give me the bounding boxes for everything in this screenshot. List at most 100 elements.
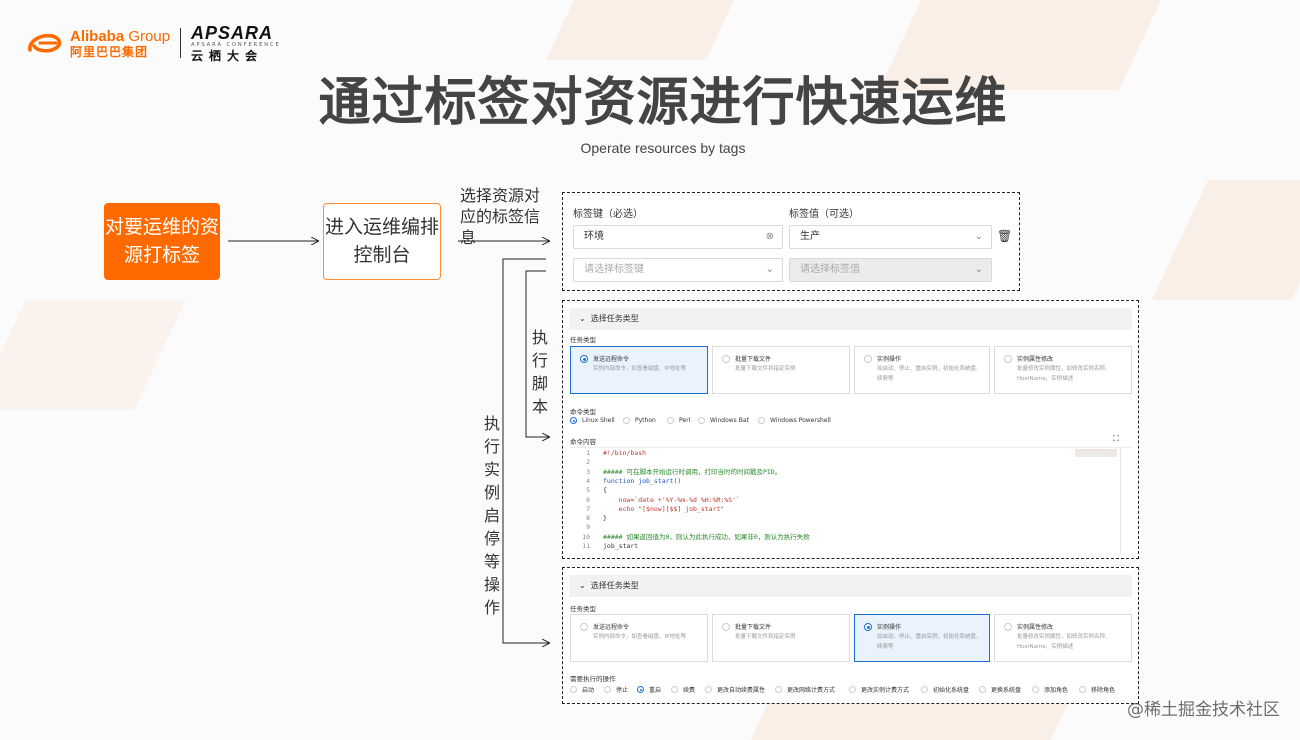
card-title: 发送远程命令 <box>593 624 630 631</box>
cmd-type-label: 命令类型 <box>570 408 596 416</box>
cmd-type-windows-powershell[interactable]: Windows Powershell <box>758 417 831 424</box>
code-line: echo "[$now][$$] job_start" <box>603 504 725 513</box>
fullscreen-icon[interactable]: ⛶ <box>1113 434 1119 444</box>
code-editor[interactable]: 1 #!/bin/bash 2 3 ##### 可在脚本开始运行时调用，打印当时… <box>570 447 1132 556</box>
task-card-batch-download[interactable]: 批量下载文件 批量下载文件到指定实例 <box>712 346 850 394</box>
card-desc: 实例内部命令，如查看磁盘、IP地址等 <box>593 634 686 640</box>
op-init-disk[interactable]: 初始化系统盘 <box>921 685 969 694</box>
task-type-label: 任务类型 <box>570 605 596 613</box>
code-line: now=`date +'%Y-%m-%d %H:%M:%S'` <box>603 495 740 504</box>
task-type-label: 任务类型 <box>570 336 596 344</box>
radio <box>722 355 730 363</box>
card-title: 实例操作 <box>877 356 902 363</box>
radio <box>1004 355 1012 363</box>
line-number: 4 <box>586 476 590 485</box>
delete-icon[interactable]: 🗑 <box>997 229 1012 243</box>
op-add-role[interactable]: 添加角色 <box>1032 685 1068 694</box>
task-type-section-header[interactable]: ⌄ 选择任务类型 <box>569 308 1132 330</box>
tag-value-select-empty: 请选择标签值 ⌄ <box>789 258 992 282</box>
tag-key-select[interactable]: 环境 ⊗ <box>573 225 783 249</box>
op-start[interactable]: 启动 <box>570 685 594 694</box>
task-card-instance-ops[interactable]: 实例操作 如启动、停止、重启实例，初始化系统盘、续费等 <box>854 614 990 662</box>
option-label: Perl <box>679 417 691 424</box>
radio <box>722 623 730 631</box>
tag-key-select-empty[interactable]: 请选择标签键 ⌄ <box>573 258 783 282</box>
clear-icon[interactable]: ⊗ <box>766 226 774 248</box>
tag-key-value: 环境 <box>584 231 604 242</box>
card-desc: 批量下载文件到指定实例 <box>735 366 796 372</box>
code-line: #!/bin/bash <box>603 449 647 457</box>
line-number: 9 <box>586 523 590 532</box>
card-desc: 如启动、停止、重启实例，初始化系统盘、续费等 <box>877 366 982 382</box>
option-label: 续费 <box>683 687 696 694</box>
cmd-content-label: 命令内容 <box>570 438 596 446</box>
card-desc: 实例内部命令，如查看磁盘、IP地址等 <box>593 366 686 372</box>
tag-value-select[interactable]: 生产 ⌄ <box>789 225 992 249</box>
line-number: 5 <box>586 486 590 495</box>
option-label: 更换系统盘 <box>991 687 1022 694</box>
tag-selector-panel: 标签键（必选） 标签值（可选） 环境 ⊗ 生产 ⌄ 🗑 请选择标签键 ⌄ 请选择… <box>562 192 1020 291</box>
task-card-remote-command[interactable]: 发送远程命令 实例内部命令，如查看磁盘、IP地址等 <box>570 346 708 394</box>
option-label: 更改网络计费方式 <box>787 687 836 694</box>
op-auto-renew[interactable]: 更改自动续费属性 <box>705 685 765 694</box>
section-title: 选择任务类型 <box>590 581 639 590</box>
option-label: Windows Powershell <box>770 417 831 424</box>
option-label: 添加角色 <box>1044 687 1069 694</box>
task-card-instance-ops[interactable]: 实例操作 如启动、停止、重启实例，初始化系统盘、续费等 <box>854 346 990 394</box>
card-title: 实例操作 <box>877 624 902 631</box>
option-label: 更改自动续费属性 <box>717 687 766 694</box>
op-remove-role[interactable]: 移除角色 <box>1079 685 1115 694</box>
tag-value-label: 标签值（可选） <box>789 209 859 220</box>
tag-value-value: 生产 <box>800 231 820 242</box>
chevron-down-icon: ⌄ <box>974 264 983 275</box>
cmd-type-python[interactable]: Python <box>623 417 656 424</box>
chevron-down-icon: ⌄ <box>579 314 589 323</box>
section-title: 选择任务类型 <box>590 314 639 323</box>
card-desc: 批量下载文件到指定实例 <box>735 634 796 640</box>
option-label: 重启 <box>649 687 662 694</box>
card-title: 批量下载文件 <box>735 356 772 363</box>
option-label: Linux Shell <box>582 417 615 424</box>
line-number: 3 <box>586 467 590 476</box>
card-desc: 批量修改实例属性，如修改实例名称、HostName、实例描述 <box>1017 366 1111 382</box>
task-card-instance-attr[interactable]: 实例属性修改 批量修改实例属性，如修改实例名称、HostName、实例描述 <box>994 614 1132 662</box>
code-line: job_start <box>603 542 639 550</box>
op-replace-disk[interactable]: 更换系统盘 <box>979 685 1021 694</box>
option-label: Windows Bat <box>710 417 749 424</box>
radio <box>580 355 588 363</box>
task-type-section-header[interactable]: ⌄ 选择任务类型 <box>569 575 1132 597</box>
watermark: @稀土掘金技术社区 <box>1127 700 1280 720</box>
line-number: 2 <box>586 458 590 467</box>
op-stop[interactable]: 停止 <box>604 685 628 694</box>
radio <box>1004 623 1012 631</box>
card-desc: 批量修改实例属性，如修改实例名称、HostName、实例描述 <box>1017 634 1111 650</box>
chevron-down-icon: ⌄ <box>974 231 983 242</box>
cmd-type-windows-bat[interactable]: Windows Bat <box>698 417 749 424</box>
card-title: 实例属性修改 <box>1017 356 1054 363</box>
task-card-instance-attr[interactable]: 实例属性修改 批量修改实例属性，如修改实例名称、HostName、实例描述 <box>994 346 1132 394</box>
instance-ops-panel: ⌄ 选择任务类型 任务类型 发送远程命令 实例内部命令，如查看磁盘、IP地址等 … <box>562 567 1139 704</box>
option-label: 启动 <box>582 687 595 694</box>
line-number: 7 <box>586 504 590 513</box>
line-number: 11 <box>582 542 590 550</box>
ops-label: 需要执行的操作 <box>570 675 616 683</box>
option-label: 停止 <box>616 687 629 694</box>
line-number: 10 <box>582 532 590 541</box>
cmd-type-perl[interactable]: Perl <box>667 417 690 424</box>
editor-scrollbar[interactable] <box>1120 448 1121 554</box>
line-number: 6 <box>586 495 590 504</box>
run-script-panel: ⌄ 选择任务类型 任务类型 发送远程命令 实例内部命令，如查看磁盘、IP地址等 … <box>562 300 1139 559</box>
op-restart[interactable]: 重启 <box>637 685 661 694</box>
card-title: 发送远程命令 <box>593 356 630 363</box>
cmd-type-linux-shell[interactable]: Linux Shell <box>570 417 615 424</box>
code-line: ##### 可在脚本开始运行时调用，打印当时的时间戳及PID。 <box>603 467 782 476</box>
tag-key-placeholder: 请选择标签键 <box>584 264 644 275</box>
op-network-billing[interactable]: 更改网络计费方式 <box>775 685 835 694</box>
option-label: 更改实例计费方式 <box>861 687 910 694</box>
chevron-down-icon: ⌄ <box>579 581 589 590</box>
task-card-remote-command[interactable]: 发送远程命令 实例内部命令，如查看磁盘、IP地址等 <box>570 614 708 662</box>
task-card-batch-download[interactable]: 批量下载文件 批量下载文件到指定实例 <box>712 614 850 662</box>
op-renew[interactable]: 续费 <box>671 685 695 694</box>
tag-value-placeholder: 请选择标签值 <box>800 264 860 275</box>
op-instance-billing[interactable]: 更改实例计费方式 <box>849 685 909 694</box>
